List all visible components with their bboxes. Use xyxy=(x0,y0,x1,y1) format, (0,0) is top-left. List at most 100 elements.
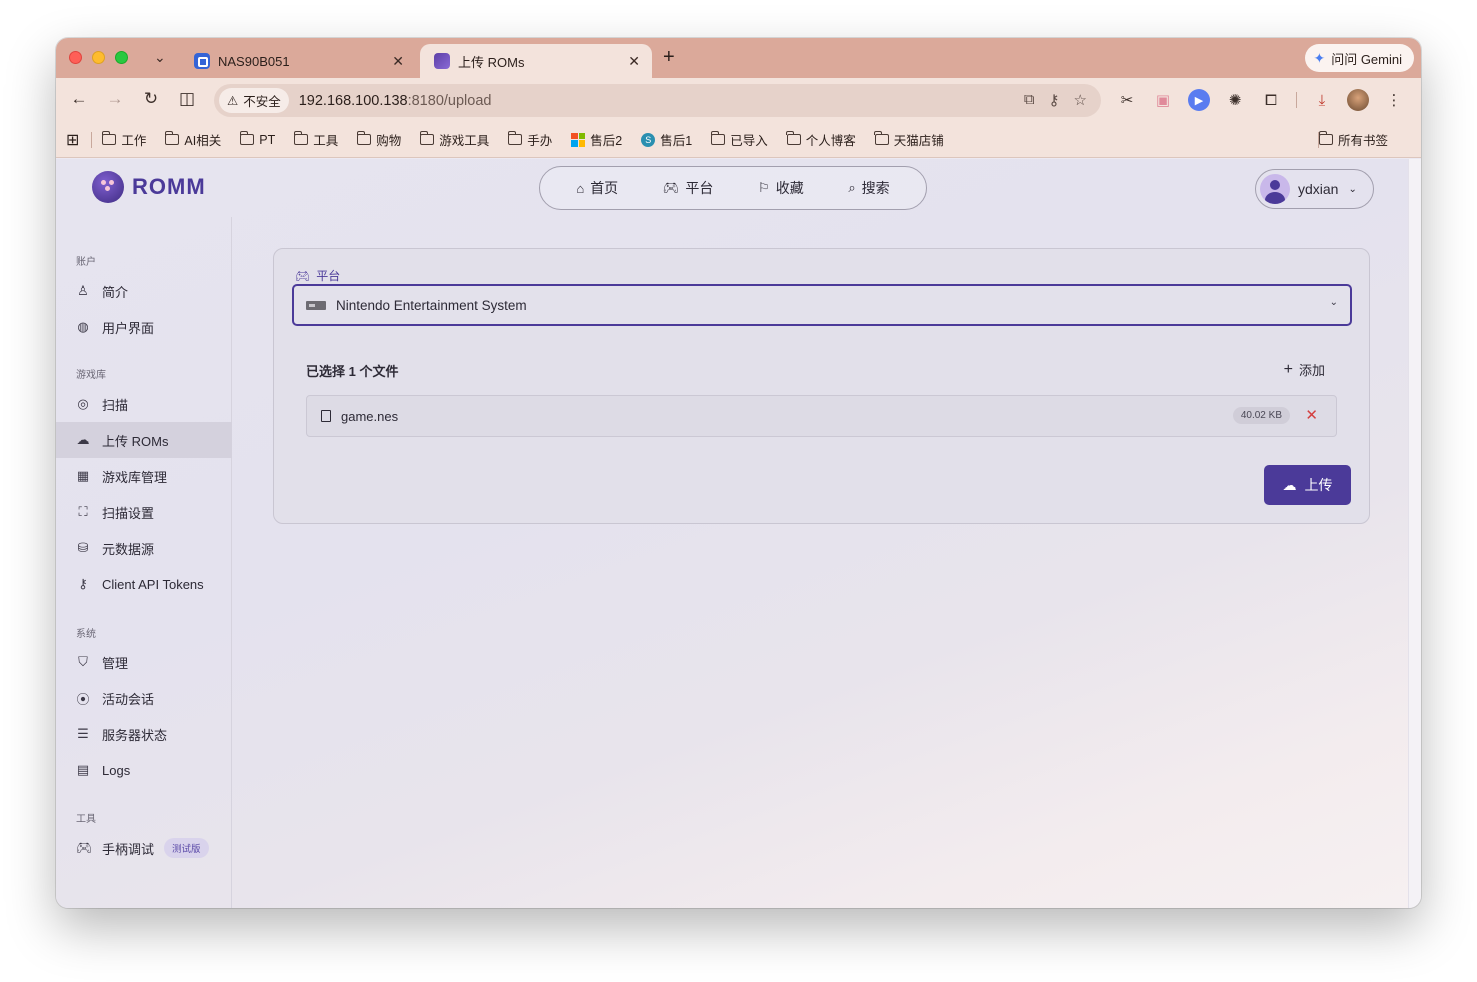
bookmark-label: 购物 xyxy=(376,134,402,148)
nav-home[interactable]: ⌂ 首页 xyxy=(576,178,618,198)
omnibox-actions: ⧉ ⚷ ☆ xyxy=(1024,91,1087,109)
folder-icon xyxy=(1318,131,1333,145)
new-tab-button[interactable]: + xyxy=(663,46,675,69)
folder-icon xyxy=(710,131,726,145)
add-files-button[interactable]: + 添加 xyxy=(1284,360,1325,379)
nav-label: 首页 xyxy=(590,180,619,196)
sidebar-item-scan-settings[interactable]: ⛶ 扫描设置 xyxy=(56,494,232,530)
tab-title: NAS90B051 xyxy=(218,53,290,69)
folder-icon xyxy=(102,131,117,145)
platform-select[interactable]: Nintendo Entertainment System ⌄ xyxy=(292,284,1352,326)
sidebar-item-label: 服务器状态 xyxy=(102,727,168,743)
bookmark-folder[interactable]: 工作 xyxy=(102,130,146,149)
sidebar-item-ui[interactable]: ◍ 用户界面 xyxy=(56,309,232,345)
nav-collections[interactable]: ⚐ 收藏 xyxy=(758,178,804,198)
tab-strip: ⌄ NAS90B051 ✕ 上传 ROMs ✕ + ✦ 问问 Gemini xyxy=(56,38,1421,78)
file-size-badge: 40.02 KB xyxy=(1232,407,1290,424)
bookmarks-divider xyxy=(91,131,93,148)
sidebar-item-metadata-sources[interactable]: ⛁ 元数据源 xyxy=(56,530,232,566)
page-scrollbar[interactable] xyxy=(1408,159,1421,908)
password-key-icon[interactable]: ⚷ xyxy=(1049,91,1060,109)
sidebar-item-upload-roms[interactable]: ☁ 上传 ROMs xyxy=(56,422,232,458)
sidebar-item-label: 扫描设置 xyxy=(102,505,155,521)
address-bar[interactable]: ⚠ 不安全 192.168.100.138:8180/upload ⧉ ⚷ ☆ xyxy=(214,84,1101,117)
sidebar-item-gamepad-test[interactable]: 🎮︎ 手柄调试 测试版 xyxy=(56,830,232,866)
bookmark-link[interactable]: S 售后1 xyxy=(641,130,692,149)
tab-search-chevron-icon[interactable]: ⌄ xyxy=(154,49,166,66)
sidebar-item-active-sessions[interactable]: ⦿ 活动会话 xyxy=(56,680,232,716)
blue-extension-icon[interactable]: ▶ xyxy=(1188,89,1210,111)
close-tab-icon[interactable]: ✕ xyxy=(628,53,640,70)
bookmark-label: 售后1 xyxy=(660,134,693,148)
forward-arrow-icon[interactable]: → xyxy=(104,89,126,109)
nav-platforms[interactable]: 🎮︎ 平台 xyxy=(663,178,714,198)
ask-gemini-button[interactable]: ✦ 问问 Gemini xyxy=(1305,44,1414,72)
nes-console-icon xyxy=(306,300,326,310)
upload-button[interactable]: ☁ 上传 xyxy=(1264,465,1351,505)
screenshot-extension-icon[interactable]: ✂ xyxy=(1116,89,1138,111)
bookmark-folder[interactable]: 个人博客 xyxy=(786,130,856,149)
chatgpt-extension-icon[interactable]: ✺ xyxy=(1224,89,1246,111)
bookmark-link[interactable]: 售后2 xyxy=(571,130,622,149)
url-text[interactable]: 192.168.100.138:8180/upload xyxy=(299,93,492,109)
bookmark-folder[interactable]: 已导入 xyxy=(710,130,768,149)
broadcast-icon: ⦿ xyxy=(76,691,90,707)
logs-icon: ▤ xyxy=(76,762,90,777)
upload-card: 🎮︎ 平台 Nintendo Entertainment System ⌄ 已选… xyxy=(273,248,1370,524)
cloud-upload-icon: ☁ xyxy=(76,432,90,447)
sidebar-item-admin[interactable]: ⛉ 管理 xyxy=(56,644,232,680)
platform-label: 🎮︎ 平台 xyxy=(295,267,340,284)
all-bookmarks-button[interactable]: 所有书签 xyxy=(1318,130,1388,149)
sidebar-item-library-management[interactable]: ▦ 游戏库管理 xyxy=(56,458,232,494)
browser-tab-nas[interactable]: NAS90B051 ✕ xyxy=(180,44,416,78)
folder-icon xyxy=(356,131,372,145)
sidebar-item-scan[interactable]: ◎ 扫描 xyxy=(56,386,232,422)
back-arrow-icon[interactable]: ← xyxy=(68,89,90,109)
romm-logo[interactable]: ROMM xyxy=(92,171,206,203)
browser-menu-icon[interactable]: ⋮ xyxy=(1383,89,1405,111)
bookmark-label: 已导入 xyxy=(730,134,768,148)
bilibili-extension-icon[interactable]: ▣ xyxy=(1152,89,1174,111)
profile-avatar[interactable] xyxy=(1347,89,1369,111)
gemini-label: 问问 Gemini xyxy=(1331,51,1402,67)
close-window-button[interactable] xyxy=(69,51,82,64)
minimize-window-button[interactable] xyxy=(92,51,105,64)
puzzle-extensions-icon[interactable]: ⧠ xyxy=(1260,89,1282,111)
download-icon[interactable]: ⤓ xyxy=(1311,89,1333,111)
bookmark-folder[interactable]: 工具 xyxy=(293,130,338,149)
sidebar-item-logs[interactable]: ▤ Logs xyxy=(56,752,232,788)
translate-icon[interactable]: ⧉ xyxy=(1024,91,1035,109)
bookmark-folder[interactable]: 游戏工具 xyxy=(419,130,490,149)
sidebar-item-profile[interactable]: ♙ 简介 xyxy=(56,273,232,309)
close-tab-icon[interactable]: ✕ xyxy=(392,53,404,70)
nav-search[interactable]: ⌕ 搜索 xyxy=(848,178,889,198)
file-name: game.nes xyxy=(341,408,399,424)
reload-icon[interactable]: ↻ xyxy=(140,89,162,109)
bookmark-folder[interactable]: 手办 xyxy=(507,130,552,149)
remove-file-icon[interactable]: ✕ xyxy=(1305,406,1318,424)
sidebar-item-api-tokens[interactable]: ⚷ Client API Tokens xyxy=(56,566,232,602)
maximize-window-button[interactable] xyxy=(115,51,128,64)
bookmark-folder[interactable]: 天猫店铺 xyxy=(874,130,944,149)
reading-mode-icon[interactable]: ◫ xyxy=(176,89,198,109)
bookmark-folder[interactable]: PT xyxy=(239,131,275,147)
microsoft-logo-icon xyxy=(571,132,586,147)
site-security-chip[interactable]: ⚠ 不安全 xyxy=(219,88,289,113)
folder-icon xyxy=(293,131,309,145)
upload-button-label: 上传 xyxy=(1304,477,1333,493)
nav-label: 搜索 xyxy=(861,180,890,196)
sidebar-item-server-status[interactable]: ☰ 服务器状态 xyxy=(56,716,232,752)
extensions-bar: ✂ ▣ ▶ ✺ ⧠ ⤓ ⋮ xyxy=(1116,89,1405,111)
bookmark-folder[interactable]: 购物 xyxy=(356,130,402,149)
insecure-label: 不安全 xyxy=(243,95,281,109)
browser-tab-upload-roms[interactable]: 上传 ROMs ✕ xyxy=(420,44,652,78)
bookmark-folder[interactable]: AI相关 xyxy=(165,130,221,149)
table-cog-icon: ▦ xyxy=(76,468,90,483)
plus-icon: + xyxy=(1283,360,1293,378)
chevron-down-icon: ⌄ xyxy=(1329,297,1338,308)
bookmark-label: 游戏工具 xyxy=(439,134,490,148)
user-menu-button[interactable]: ydxian ⌄ xyxy=(1255,169,1374,209)
browser-toolbar: ← → ↻ ◫ ⚠ 不安全 192.168.100.138:8180/uploa… xyxy=(56,78,1421,122)
apps-grid-icon[interactable]: ⊞ xyxy=(66,130,79,150)
bookmark-star-icon[interactable]: ☆ xyxy=(1074,91,1087,109)
